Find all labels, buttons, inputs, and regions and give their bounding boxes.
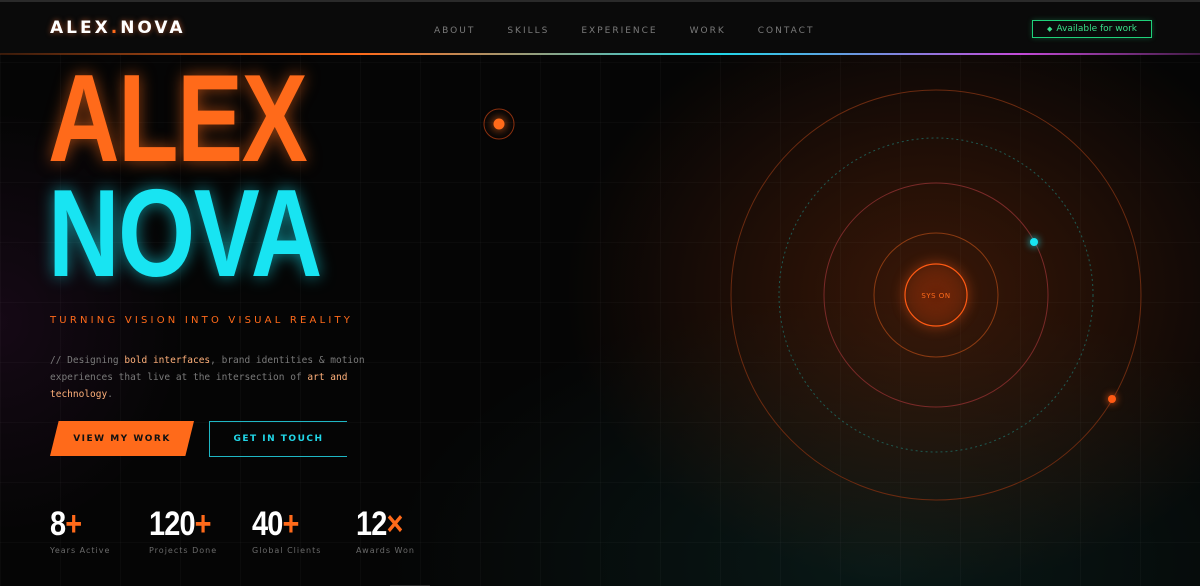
floating-dot bbox=[493, 118, 505, 130]
desc-highlight-interfaces: bold interfaces bbox=[124, 355, 211, 366]
stat-label: Global Clients bbox=[252, 546, 322, 555]
stat-projects: 120+ Projects Done bbox=[149, 507, 222, 555]
stat-years: 8+ Years Active bbox=[50, 507, 110, 555]
stat-value: 40+ bbox=[252, 505, 299, 543]
stat-clients: 40+ Global Clients bbox=[252, 507, 321, 555]
portfolio-page: ALEX.NOVA ABOUT SKILLS EXPERIENCE WORK C… bbox=[0, 0, 1200, 586]
orbit-dot-orange bbox=[1108, 395, 1116, 403]
get-in-touch-button[interactable]: GET IN TOUCH bbox=[209, 421, 347, 457]
stat-label: Projects Done bbox=[149, 546, 218, 555]
view-work-button[interactable]: VIEW MY WORK bbox=[50, 421, 194, 456]
stat-value: 8+ bbox=[50, 505, 82, 543]
stat-label: Awards Won bbox=[356, 546, 415, 555]
hero-name-first: ALEX bbox=[48, 50, 308, 188]
desc-prefix: // Designing bbox=[50, 355, 125, 366]
desc-end: . bbox=[107, 389, 113, 400]
orbit-core-label: SYS ON bbox=[921, 292, 950, 300]
orbit-dot-cyan bbox=[1030, 238, 1038, 246]
stat-value: 120+ bbox=[149, 505, 212, 543]
hero-tagline: TURNING VISION INTO VISUAL REALITY bbox=[50, 315, 354, 326]
hero-description: // Designing bold interfaces, brand iden… bbox=[50, 352, 410, 403]
stat-label: Years Active bbox=[50, 546, 111, 555]
hero-name-second: NOVA bbox=[48, 165, 322, 303]
stat-value: 12× bbox=[356, 505, 403, 543]
stat-awards: 12× Awards Won bbox=[356, 507, 415, 555]
